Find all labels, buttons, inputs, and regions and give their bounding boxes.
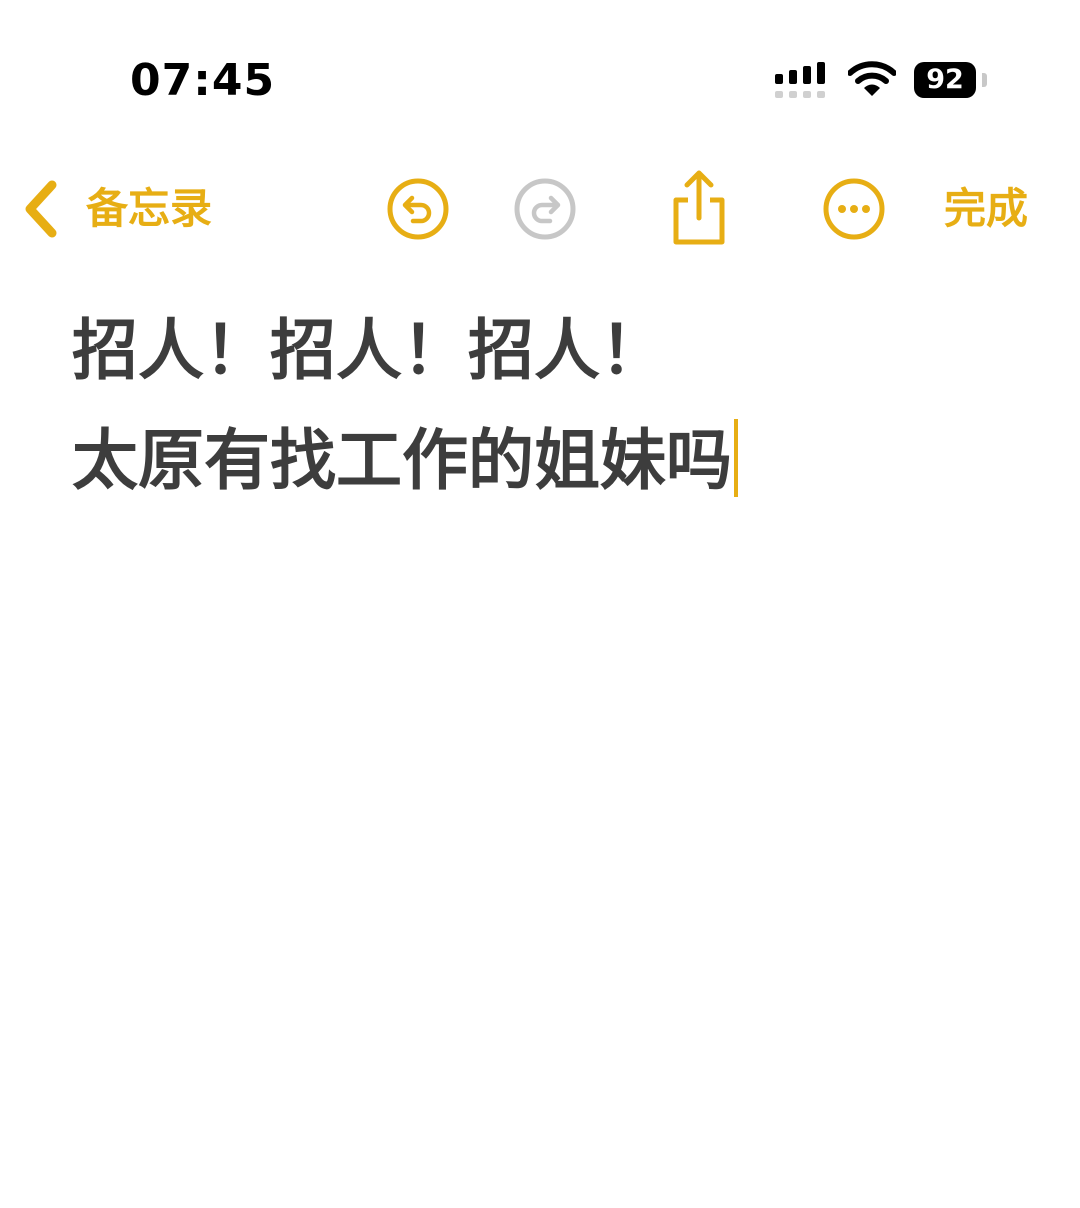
- back-button-label: 备忘录: [86, 184, 213, 233]
- text-cursor: [734, 419, 738, 497]
- share-icon[interactable]: [666, 168, 732, 248]
- note-line-2-text: 太原有找工作的姐妹吗: [72, 422, 732, 499]
- battery-icon: 92: [914, 62, 976, 98]
- chevron-left-icon: [20, 179, 60, 239]
- status-bar: 07:45 92: [0, 0, 1080, 140]
- battery-nub: [982, 73, 987, 87]
- undo-icon[interactable]: [385, 176, 451, 242]
- done-button[interactable]: 完成: [944, 176, 1028, 242]
- cellular-signal-icon: [774, 62, 830, 100]
- note-line-1: 招人！招人！招人！: [72, 312, 666, 389]
- note-editor[interactable]: 招人！招人！招人！ 太原有找工作的姐妹吗: [72, 296, 1012, 516]
- wifi-icon: [847, 60, 897, 98]
- more-icon[interactable]: [821, 176, 887, 242]
- back-button[interactable]: 备忘录: [20, 176, 212, 242]
- notes-toolbar: 备忘录 完成: [0, 160, 1080, 260]
- redo-icon[interactable]: [512, 176, 578, 242]
- note-line-2: 太原有找工作的姐妹吗: [72, 406, 1012, 516]
- status-time: 07:45: [130, 55, 276, 106]
